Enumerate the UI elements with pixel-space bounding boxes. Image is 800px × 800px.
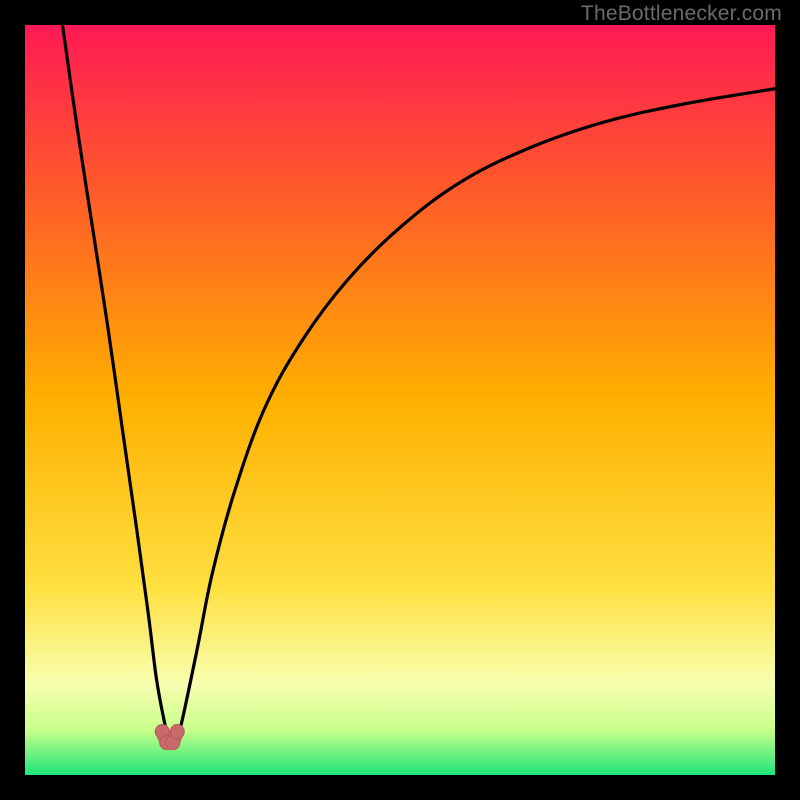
chart-svg bbox=[25, 25, 775, 775]
gradient-background bbox=[25, 25, 775, 775]
chart-plot-area bbox=[25, 25, 775, 775]
watermark-text: TheBottlenecker.com bbox=[581, 2, 782, 26]
chart-frame: TheBottlenecker.com bbox=[0, 0, 800, 800]
min-marker-dot bbox=[170, 725, 184, 739]
